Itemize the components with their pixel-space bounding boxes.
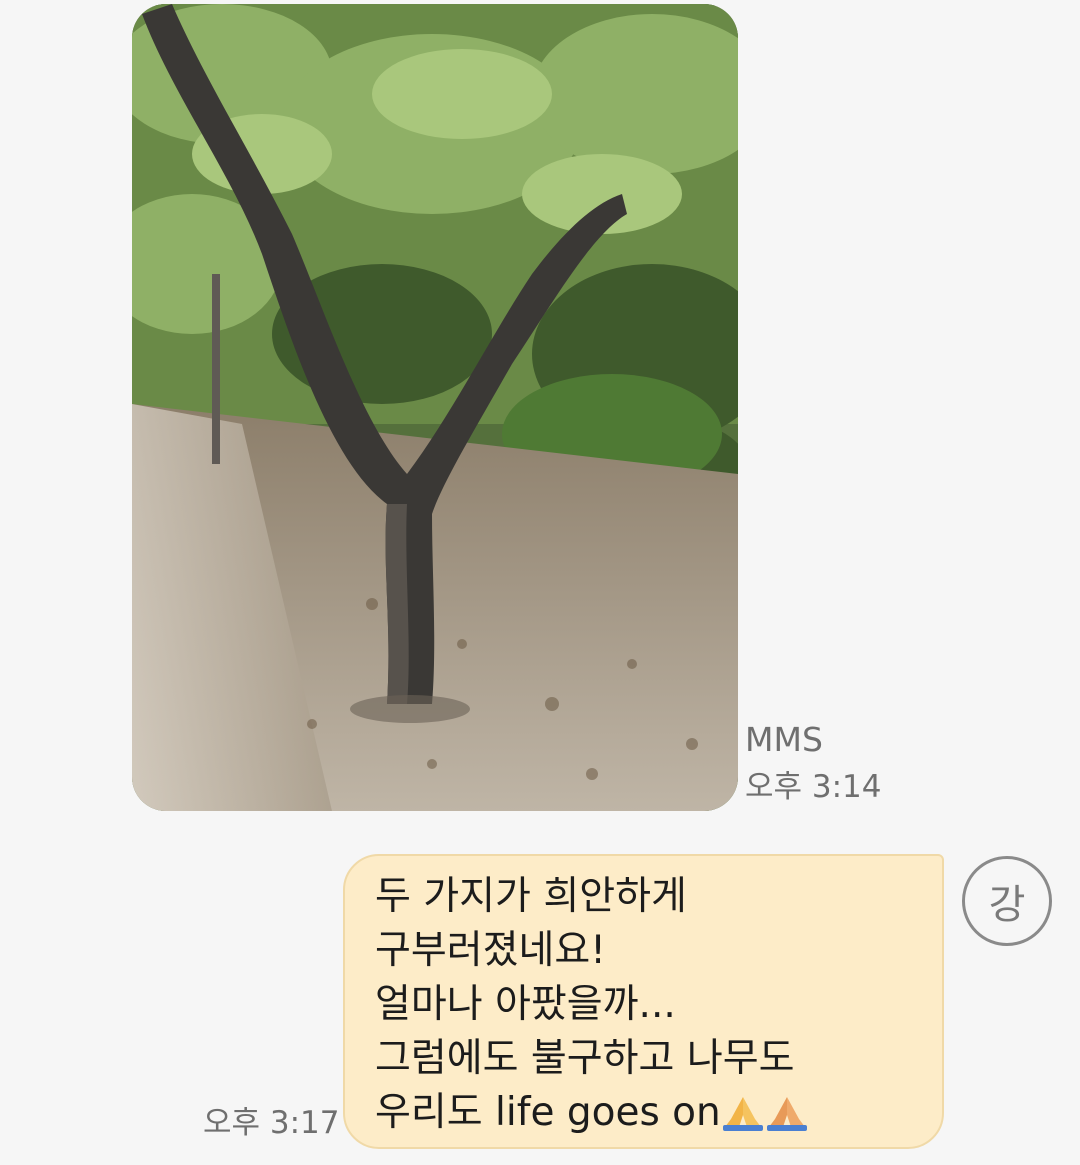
tree-photo-illustration — [132, 4, 738, 811]
outgoing-timestamp: 오후 3:17 — [203, 1105, 340, 1141]
contact-avatar[interactable]: 강 — [962, 856, 1052, 946]
message-line: 구부러졌네요! — [375, 928, 606, 973]
incoming-timestamp: 오후 3:14 — [745, 769, 882, 805]
message-line: 두 가지가 희안하게 — [375, 874, 687, 919]
message-line: 얼마나 아팠을까... — [375, 982, 676, 1027]
message-line: 그럼에도 불구하고 나무도 — [375, 1036, 795, 1081]
folded-hands-icon — [765, 1092, 809, 1131]
outgoing-message-bubble[interactable]: 두 가지가 희안하게 구부러졌네요! 얼마나 아팠을까... 그럼에도 불구하고… — [343, 854, 944, 1149]
folded-hands-icon — [721, 1092, 765, 1131]
message-type-label: MMS — [745, 720, 823, 759]
mms-photo[interactable] — [132, 4, 738, 811]
message-line-with-emoji: 우리도 life goes on — [375, 1086, 916, 1140]
message-line: 우리도 life goes on — [375, 1090, 721, 1135]
